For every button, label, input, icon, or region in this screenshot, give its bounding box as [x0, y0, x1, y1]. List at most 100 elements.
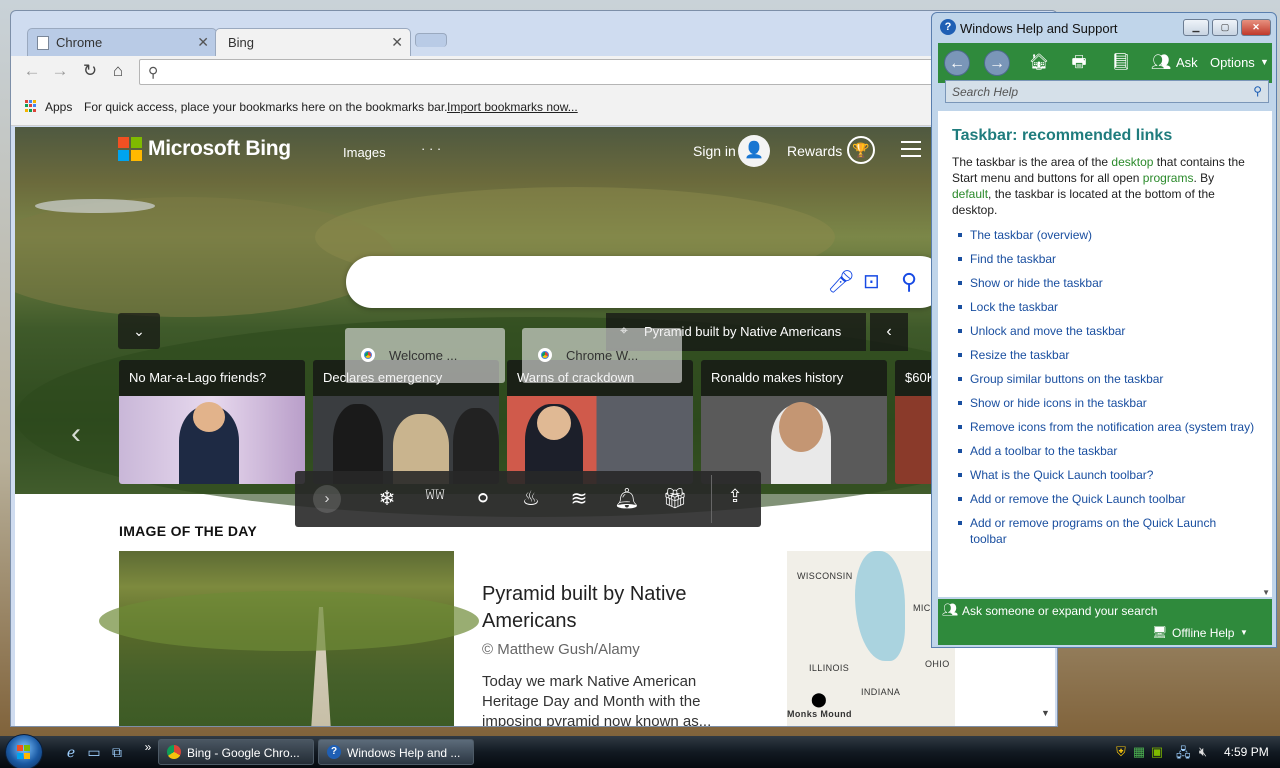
close-tab-icon[interactable]: ✕ [391, 34, 403, 51]
hamburger-menu-icon[interactable] [901, 141, 921, 157]
help-link[interactable]: Unlock and move the taskbar [958, 323, 1256, 339]
help-link[interactable]: Add a toolbar to the taskbar [958, 443, 1256, 459]
tab-chrome[interactable]: Chrome ✕ [27, 28, 217, 56]
start-button[interactable] [5, 734, 43, 768]
forward-arrow-icon[interactable]: → [49, 61, 71, 83]
scroll-down-arrow-icon[interactable]: ▼ [1041, 708, 1050, 718]
ask-people-icon[interactable]: 👥︎ [1148, 50, 1174, 76]
hero-background: Microsoft Bing Images · · · Sign in 👤 Re… [15, 127, 1055, 517]
apps-link[interactable]: Apps [45, 100, 72, 114]
help-link[interactable]: Find the taskbar [958, 251, 1256, 267]
user-avatar-icon[interactable]: 👤 [738, 135, 770, 167]
help-link[interactable]: Show or hide icons in the taskbar [958, 395, 1256, 411]
fire-icon[interactable]: ♨ [518, 486, 544, 511]
help-question-icon: ? [327, 745, 341, 759]
scroll-down-arrow-icon[interactable]: ▼ [1262, 588, 1270, 597]
help-search-input[interactable]: Search Help ⚲ [945, 80, 1269, 103]
carousel-prev-icon[interactable]: ‹ [71, 417, 81, 451]
switch-windows-icon[interactable]: ⧉ [109, 744, 125, 760]
search-box[interactable]: 🎤︎ ⊡ ⚲ [346, 256, 946, 308]
help-link[interactable]: Add or remove the Quick Launch toolbar [958, 491, 1256, 507]
help-link[interactable]: Resize the taskbar [958, 347, 1256, 363]
address-bar[interactable]: ⚲ [139, 59, 1039, 85]
import-bookmarks-link[interactable]: Import bookmarks now... [447, 100, 578, 114]
home-icon[interactable]: ⌂ [107, 61, 129, 83]
help-link[interactable]: What is the Quick Launch toolbar? [958, 467, 1256, 483]
visual-search-icon[interactable]: ⊡ [863, 269, 880, 294]
chevron-down-icon[interactable]: ⌄ [118, 313, 160, 349]
security-shield-icon[interactable]: ⛨ [1114, 744, 1128, 760]
options-button[interactable]: Options [1210, 55, 1255, 70]
back-arrow-icon[interactable]: ← [944, 50, 970, 76]
maximize-button[interactable]: ▢ [1212, 19, 1238, 36]
help-link[interactable]: Lock the taskbar [958, 299, 1256, 315]
close-button[interactable]: ✕ [1241, 19, 1271, 36]
trophy-icon[interactable]: 🏆 [847, 136, 875, 164]
reload-icon[interactable]: ↻ [79, 61, 101, 83]
iotd-image[interactable] [99, 551, 479, 726]
task-help[interactable]: ? Windows Help and ... [318, 739, 474, 765]
desktop-link[interactable]: desktop [1111, 155, 1153, 169]
network-icon[interactable]: ▦ [1132, 744, 1146, 760]
chevron-right-icon[interactable]: › [313, 485, 341, 513]
snowflake-icon[interactable]: ❄ [374, 486, 400, 511]
update-icon[interactable]: ▣ [1150, 744, 1164, 760]
close-tab-icon[interactable]: ✕ [197, 34, 209, 51]
logo-text: Microsoft Bing [148, 137, 291, 160]
tab-bing[interactable]: Bing ✕ [215, 28, 411, 56]
ask-button[interactable]: Ask [1176, 55, 1198, 70]
news-card-title: $60K [895, 360, 935, 396]
help-link[interactable]: Group similar buttons on the taskbar [958, 371, 1256, 387]
map-pin-icon: ⬤ [811, 691, 827, 707]
news-card[interactable]: $60K [895, 360, 935, 484]
scarf-icon[interactable]: ≋ [566, 486, 592, 511]
iotd-title[interactable]: Pyramid built by Native Americans [482, 581, 742, 635]
help-link[interactable]: Show or hide the taskbar [958, 275, 1256, 291]
clock[interactable]: 4:59 PM [1224, 745, 1269, 759]
gift-icon[interactable]: 🎁︎ [662, 486, 688, 511]
news-card[interactable]: No Mar-a-Lago friends? [119, 360, 305, 484]
chrome-popup[interactable]: Welcome ... [345, 328, 505, 383]
volume-muted-icon[interactable]: 🔇︎ [1196, 744, 1210, 760]
help-link[interactable]: The taskbar (overview) [958, 227, 1256, 243]
signin-link[interactable]: Sign in [693, 143, 736, 159]
help-link[interactable]: Add or remove programs on the Quick Laun… [958, 515, 1256, 547]
new-tab-button[interactable] [415, 33, 447, 47]
search-icon[interactable]: ⚲ [1253, 84, 1262, 98]
chevron-down-icon[interactable]: ▼ [1240, 628, 1248, 637]
nav-more[interactable]: · · · [421, 141, 441, 156]
chrome-popup[interactable]: Chrome W... [522, 328, 682, 383]
browse-help-icon[interactable]: 📘︎ [1108, 50, 1134, 76]
default-link[interactable]: default [952, 187, 988, 201]
programs-link[interactable]: programs [1143, 171, 1194, 185]
search-icon[interactable]: ⚲ [901, 269, 917, 295]
bell-icon[interactable]: 🔔︎ [614, 486, 640, 511]
internet-explorer-icon[interactable]: ℯ [63, 744, 79, 760]
help-link[interactable]: Remove icons from the notification area … [958, 419, 1256, 435]
minimize-button[interactable]: ▁ [1183, 19, 1209, 36]
news-card[interactable]: Ronaldo makes history [701, 360, 887, 484]
bing-logo[interactable]: Microsoft Bing [118, 137, 291, 161]
apps-grid-icon[interactable] [25, 100, 37, 112]
icicles-icon[interactable]: 𝚆𝚆 [422, 486, 448, 503]
forward-arrow-icon[interactable]: → [984, 50, 1010, 76]
rewards-link[interactable]: Rewards [787, 143, 842, 159]
ask-expand-link[interactable]: Ask someone or expand your search [962, 604, 1157, 618]
nav-images[interactable]: Images [343, 145, 386, 160]
share-icon[interactable]: ⇪ [722, 486, 748, 507]
offline-help-button[interactable]: Offline Help [1172, 626, 1234, 640]
task-chrome[interactable]: Bing - Google Chro... [158, 739, 314, 765]
chevron-down-icon[interactable]: ▼ [1260, 57, 1269, 67]
back-arrow-icon[interactable]: ← [21, 61, 43, 83]
chevron-left-icon[interactable]: ‹ [870, 313, 908, 351]
print-icon[interactable]: 🖶 [1066, 50, 1092, 76]
help-heading: Taskbar: recommended links [952, 127, 1173, 144]
show-desktop-icon[interactable]: ▭ [86, 744, 102, 760]
location-map[interactable]: WISCONSIN MICHIGA ILLINOIS OHIO INDIANA … [787, 551, 955, 726]
quick-launch-more[interactable]: » [140, 740, 156, 756]
home-icon[interactable]: 🏠︎ [1026, 50, 1052, 76]
microphone-icon[interactable]: 🎤︎ [827, 269, 855, 295]
lightbulb-icon[interactable]: ⚪︎ [470, 486, 496, 511]
chrome-icon [167, 745, 181, 759]
network-connection-icon[interactable]: 🖧 [1176, 744, 1191, 766]
